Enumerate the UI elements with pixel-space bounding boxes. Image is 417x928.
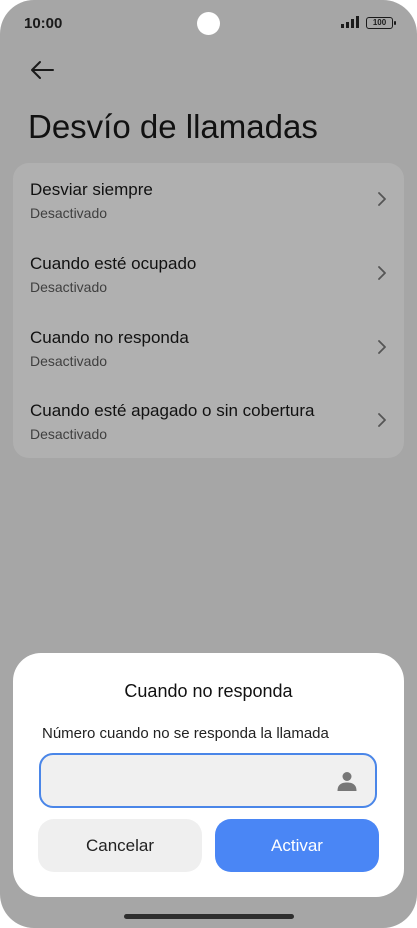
home-indicator[interactable] [124, 914, 294, 919]
signal-icon [341, 16, 361, 28]
setting-value: Desactivado [30, 205, 108, 221]
back-button[interactable] [26, 56, 58, 84]
setting-value: Desactivado [30, 279, 108, 295]
setting-label: Cuando no responda [30, 328, 189, 347]
phone-number-input[interactable] [55, 755, 325, 806]
cancel-button[interactable]: Cancelar [38, 819, 202, 872]
dialog-title: Cuando no responda [124, 681, 293, 701]
setting-label: Desviar siempre [30, 180, 153, 199]
setting-row-busy[interactable]: Cuando esté ocupado Desactivado [13, 237, 404, 309]
phone-number-field[interactable] [39, 753, 377, 808]
setting-value: Desactivado [30, 426, 108, 442]
dialog-field-label: Número cuando no se responda la llamada [42, 725, 329, 742]
chevron-right-icon [378, 413, 386, 427]
battery-level: 100 [372, 18, 387, 27]
front-camera [197, 12, 220, 35]
arrow-left-icon [31, 61, 54, 79]
setting-label: Cuando esté apagado o sin cobertura [30, 401, 315, 420]
settings-card: Desviar siempre Desactivado Cuando esté … [13, 163, 404, 458]
forward-dialog: Cuando no responda Número cuando no se r… [13, 653, 404, 897]
setting-row-no-answer[interactable]: Cuando no responda Desactivado [13, 311, 404, 383]
status-bar: 10:00 100 [0, 0, 417, 48]
chevron-right-icon [378, 340, 386, 354]
chevron-right-icon [378, 266, 386, 280]
setting-row-unreachable[interactable]: Cuando esté apagado o sin cobertura Desa… [13, 384, 404, 456]
person-icon[interactable] [335, 769, 359, 793]
chevron-right-icon [378, 192, 386, 206]
status-time: 10:00 [24, 15, 63, 32]
setting-label: Cuando esté ocupado [30, 254, 197, 273]
page-title: Desvío de llamadas [28, 108, 318, 145]
activate-button[interactable]: Activar [215, 819, 379, 872]
screen: 10:00 100 Desvío de llamadas Desviar sie… [0, 0, 417, 928]
setting-value: Desactivado [30, 353, 108, 369]
battery-icon: 100 [366, 17, 396, 29]
setting-row-always[interactable]: Desviar siempre Desactivado [13, 163, 404, 235]
